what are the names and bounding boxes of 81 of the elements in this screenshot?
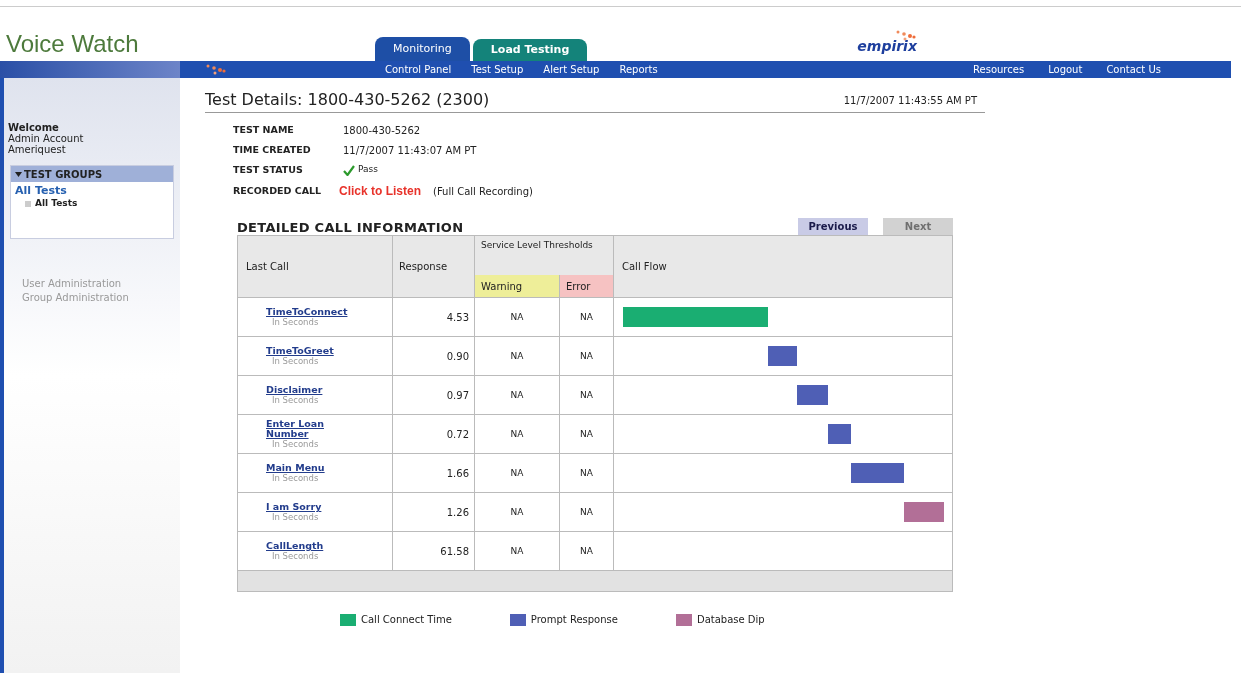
vendor-logo: empirix [857,39,917,53]
warning-value: NA [510,349,524,363]
nav-tab[interactable]: Load Testing [472,39,588,61]
app-title: Voice Watch [6,30,139,57]
nav-tab[interactable]: Monitoring [375,37,470,61]
call-flow-bar [827,424,851,445]
warning-value: NA [510,466,524,480]
caret-icon [15,170,22,178]
unit-text: In Seconds [271,512,319,523]
metric-link[interactable]: CallLength [266,541,356,552]
tree-item[interactable]: All Tests [35,197,78,211]
warning-value: NA [510,427,524,441]
metric-link[interactable]: I am Sorry [266,502,356,513]
error-header: Error [560,275,613,298]
warning-value: NA [510,388,524,402]
unit-text: In Seconds [271,473,320,484]
unit-text: In Seconds [271,439,320,450]
metric-link[interactable]: Disclaimer [266,385,356,396]
response-value: 0.90 [446,349,469,364]
call-flow-bar [767,346,797,367]
detail-value: 11/7/2007 11:43:07 AM PT [343,144,477,158]
call-flow-bar [850,463,904,484]
status-text: Pass [358,163,378,177]
error-value: NA [580,310,593,324]
metric-link[interactable]: TimeToConnect [266,307,356,318]
error-value: NA [580,505,593,519]
unit-text: In Seconds [271,356,320,367]
nav-link[interactable]: Resources [973,62,1025,77]
detail-label: TIME CREATED [233,143,312,158]
legend-label: Prompt Response [530,613,618,628]
pager-button[interactable]: Previous [798,218,868,236]
tree-item[interactable]: All Tests [15,185,169,197]
legend-label: Call Connect Time [361,613,452,628]
listen-link[interactable]: Click to Listen [339,182,421,201]
warning-value: NA [510,310,524,324]
warning-header: Warning [475,275,560,298]
check-icon [343,164,355,176]
nav-link[interactable]: Alert Setup [543,62,600,77]
nav-link[interactable]: Contact Us [1106,62,1161,77]
warning-value: NA [510,544,524,558]
detail-label: TEST NAME [233,123,295,138]
detail-value: 1800-430-5262 [343,124,421,138]
nav-link[interactable]: Test Setup [471,62,524,77]
error-value: NA [580,466,593,480]
column-header: Last Call [238,236,393,298]
response-value: 1.26 [446,505,469,520]
decor-dots-icon [205,62,227,77]
response-value: 0.72 [446,427,469,442]
metric-link[interactable]: Main Menu [266,463,356,474]
test-groups-header[interactable]: TEST GROUPS [11,166,173,182]
folder-icon [25,200,31,207]
nav-link[interactable]: Logout [1048,62,1083,77]
nav-link[interactable]: Reports [619,62,658,77]
warning-value: NA [510,505,524,519]
call-flow-bar [796,385,828,406]
column-header: Call Flow [621,260,668,275]
recording-note: (Full Call Recording) [433,184,533,199]
response-value: 0.97 [446,388,469,403]
response-value: 4.53 [446,310,469,325]
timestamp: 11/7/2007 11:43:55 AM PT [843,94,978,108]
unit-text: In Seconds [271,317,320,328]
detail-label: TEST STATUS [233,163,304,177]
error-value: NA [580,544,593,558]
error-value: NA [580,349,593,363]
account-text: Ameriquest [8,144,67,155]
page-title: Test Details: 1800-430-5262 (2300) [205,92,490,108]
section-title: DETAILED CALL INFORMATION [237,221,464,236]
metric-link[interactable]: Enter Loan Number [266,419,356,440]
response-value: 61.58 [440,544,469,559]
welcome-label: Welcome [8,122,60,133]
call-flow-bar [903,502,945,523]
metric-link[interactable]: TimeToGreet [266,346,356,357]
column-header: Service Level Thresholds [480,239,594,253]
error-value: NA [580,427,593,441]
unit-text: In Seconds [272,551,319,562]
unit-text: In Seconds [271,395,320,406]
nav-link[interactable]: Control Panel [385,62,452,77]
account-text: Admin Account [8,133,85,144]
legend-label: Database Dip [696,613,765,628]
response-value: 1.66 [446,466,469,481]
error-value: NA [580,388,593,402]
